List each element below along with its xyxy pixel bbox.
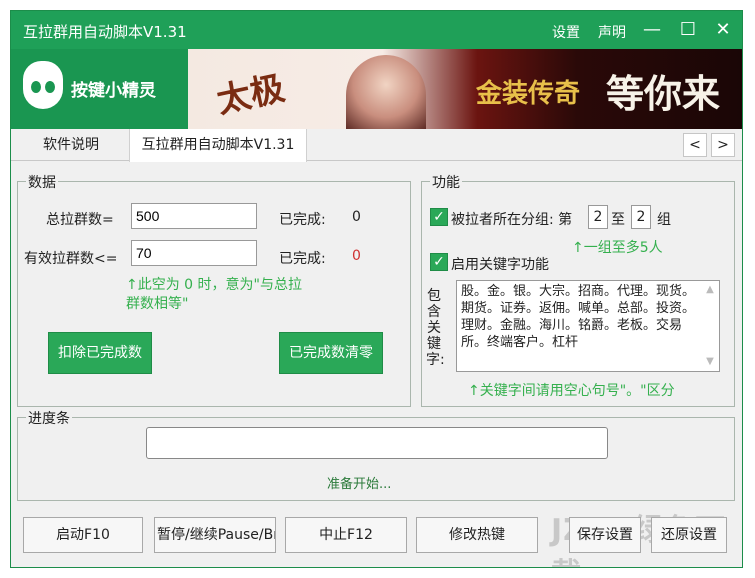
progress-group-title: 进度条: [26, 408, 72, 428]
bottom-toolbar: JZ5U绿色下载 启动F10 暂停/继续Pause/Break 中止F12 修改…: [11, 505, 742, 567]
app-window: 互拉群用自动脚本V1.31 设置 声明 — ☐ ✕ 按键小精灵 太极 金装传奇 …: [10, 10, 743, 568]
banner: 按键小精灵 太极 金装传奇 等你来战: [11, 49, 742, 129]
close-icon[interactable]: ✕: [710, 17, 736, 43]
keyword-hint: ↑关键字间请用空心句号"。"区分: [468, 383, 675, 399]
group-to-label: 至: [611, 212, 625, 228]
tab-script[interactable]: 互拉群用自动脚本V1.31: [129, 129, 307, 162]
keyword-checkbox[interactable]: ✓: [430, 253, 448, 271]
logo-text: 按键小精灵: [71, 81, 156, 101]
keyword-check-label: 启用关键字功能: [451, 257, 549, 273]
contains-keyword-label: 包含关键字:: [426, 288, 445, 368]
restore-button[interactable]: 还原设置: [651, 517, 727, 553]
completed-value-1: 0: [352, 209, 361, 225]
tab-instructions[interactable]: 软件说明: [15, 129, 127, 161]
group-suffix: 组: [657, 212, 671, 228]
deduct-completed-button[interactable]: 扣除已完成数: [48, 332, 152, 374]
statement-link[interactable]: 声明: [598, 22, 626, 42]
scroll-down-icon[interactable]: ▼: [703, 355, 717, 369]
valid-label: 有效拉群数<=: [24, 251, 118, 267]
function-group-title: 功能: [430, 172, 462, 192]
save-button[interactable]: 保存设置: [569, 517, 641, 553]
valid-input[interactable]: [131, 240, 257, 266]
ad-title-3: 等你来战: [606, 71, 721, 129]
completed-value-2: 0: [352, 248, 361, 264]
data-group-title: 数据: [26, 172, 58, 192]
total-input[interactable]: [131, 203, 257, 229]
ad-character-image: [346, 55, 426, 129]
logo-icon: [23, 61, 63, 109]
group-from-input[interactable]: 2: [588, 205, 608, 229]
maximize-icon[interactable]: ☐: [675, 17, 701, 43]
group-to-input[interactable]: 2: [631, 205, 651, 229]
ad-title-2: 金装传奇: [476, 79, 581, 109]
progress-bar: [146, 427, 608, 459]
tab-next-button[interactable]: >: [711, 133, 735, 157]
clear-completed-button[interactable]: 已完成数清零: [279, 332, 383, 374]
keywords-textarea[interactable]: 股。金。银。大宗。招商。代理。现货。期货。证券。返佣。喊单。总部。投资。理财。金…: [456, 280, 720, 372]
window-title: 互拉群用自动脚本V1.31: [23, 23, 187, 41]
minimize-icon[interactable]: —: [639, 17, 665, 43]
stop-button[interactable]: 中止F12: [285, 517, 407, 553]
total-label: 总拉群数=: [46, 212, 114, 228]
hotkey-button[interactable]: 修改热键: [416, 517, 538, 553]
ad-banner[interactable]: 太极 金装传奇 等你来战: [188, 49, 742, 129]
valid-hint: ↑此空为 0 时，意为"与总拉群数相等": [126, 277, 302, 312]
group-hint: ↑一组至多5人: [572, 240, 663, 256]
keywords-text: 股。金。银。大宗。招商。代理。现货。期货。证券。返佣。喊单。总部。投资。理财。金…: [461, 284, 696, 350]
status-text: 准备开始...: [327, 477, 392, 492]
group-check-label: 被拉者所在分组: 第: [451, 212, 573, 228]
data-group: 数据 总拉群数= 已完成: 0 有效拉群数<= 已完成: 0 ↑此空为 0 时，…: [17, 172, 411, 407]
function-group: 功能 ✓ 被拉者所在分组: 第 2 至 2 组 ↑一组至多5人 ✓ 启用关键字功…: [421, 172, 735, 407]
start-button[interactable]: 启动F10: [23, 517, 143, 553]
scroll-up-icon[interactable]: ▲: [703, 283, 717, 297]
tab-prev-button[interactable]: <: [683, 133, 707, 157]
completed-label-1: 已完成:: [279, 212, 326, 228]
group-checkbox[interactable]: ✓: [430, 208, 448, 226]
ad-title-1: 太极: [213, 68, 289, 122]
pause-button[interactable]: 暂停/继续Pause/Break: [154, 517, 276, 553]
settings-link[interactable]: 设置: [552, 22, 580, 42]
completed-label-2: 已完成:: [279, 251, 326, 267]
title-bar: 互拉群用自动脚本V1.31 设置 声明 — ☐ ✕: [11, 11, 742, 49]
tab-bar: 软件说明 互拉群用自动脚本V1.31 < >: [11, 129, 742, 162]
